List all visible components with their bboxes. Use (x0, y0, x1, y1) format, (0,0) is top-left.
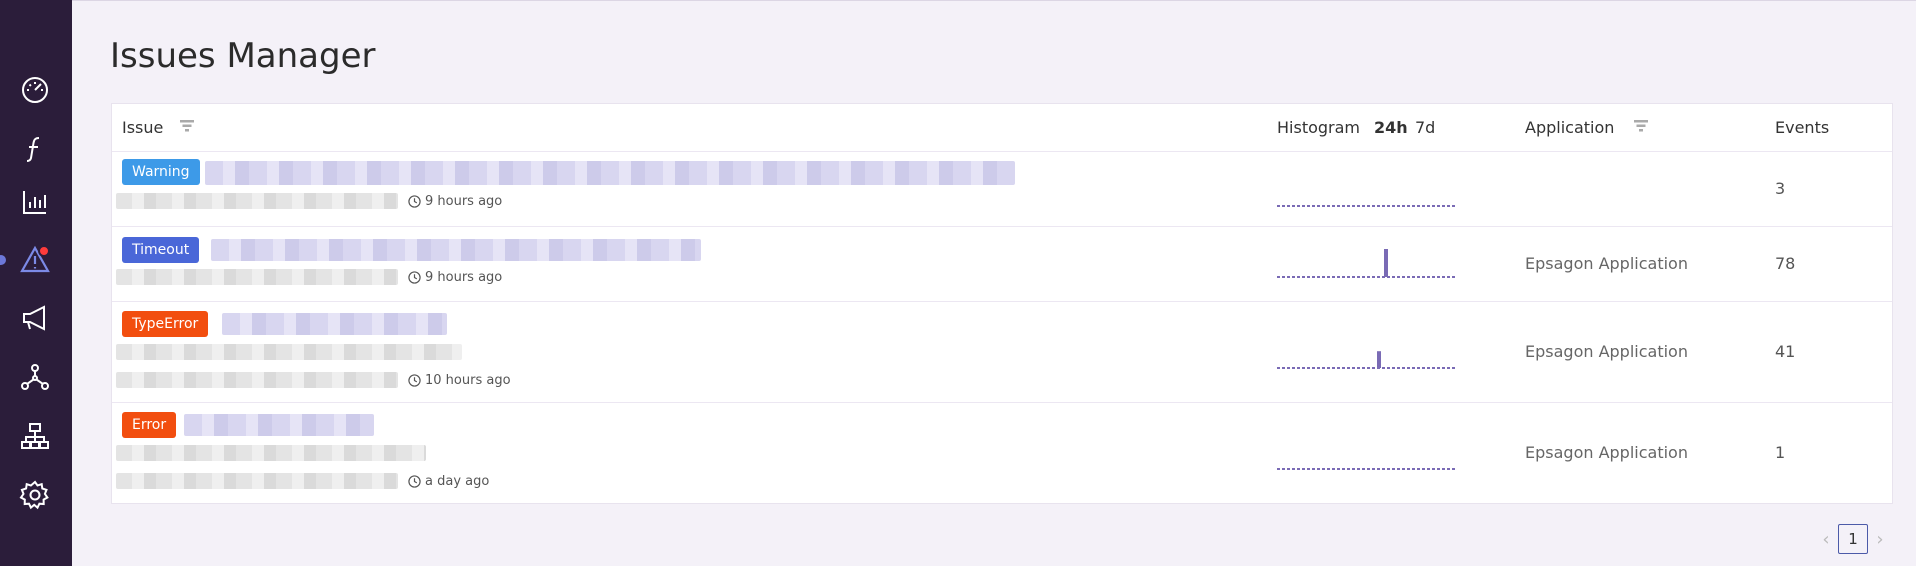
time-label: 10 hours ago (425, 373, 511, 388)
application-filter-icon[interactable] (1634, 120, 1648, 132)
histogram-sparkline (1277, 205, 1457, 207)
issue-type-badge: Timeout (122, 237, 200, 263)
redacted-issue-detail (116, 193, 398, 209)
hierarchy-icon[interactable] (17, 418, 53, 454)
time-label: a day ago (425, 474, 490, 489)
settings-gear-icon[interactable] (17, 477, 53, 513)
histogram-range-7d[interactable]: 7d (1415, 118, 1435, 137)
clock-icon (408, 374, 421, 387)
header-events: Events (1775, 118, 1830, 137)
issue-timestamp: a day ago (408, 474, 489, 489)
histogram-range-24h[interactable]: 24h (1374, 118, 1408, 137)
event-count: 1 (1775, 443, 1786, 462)
main-content: Issues Manager Issue Histogram 24h 7d Ap… (72, 0, 1916, 566)
redacted-issue-detail (116, 372, 398, 388)
redacted-issue-message (184, 414, 374, 436)
application-name: Epsagon Application (1525, 342, 1688, 361)
issue-timestamp: 10 hours ago (408, 373, 511, 388)
redacted-issue-message (211, 239, 701, 261)
active-indicator (0, 255, 6, 265)
histogram-sparkline (1277, 249, 1457, 278)
header-histogram: Histogram (1277, 118, 1360, 137)
alert-triangle-icon[interactable] (17, 242, 53, 278)
histogram-sparkline (1277, 351, 1457, 369)
issue-type-badge: Warning (122, 159, 200, 185)
redacted-issue-detail (116, 473, 398, 489)
redacted-issue-message (222, 313, 447, 335)
next-page-button[interactable]: › (1868, 529, 1892, 550)
redacted-issue-detail (116, 344, 462, 360)
table-row[interactable]: TypeError 10 hours ago Epsagon Applicati… (112, 302, 1892, 403)
clock-icon (408, 195, 421, 208)
service-map-icon[interactable] (17, 359, 53, 395)
issue-type-badge: Error (122, 412, 177, 438)
application-name: Epsagon Application (1525, 254, 1688, 273)
redacted-issue-detail (116, 269, 398, 285)
issue-timestamp: 9 hours ago (408, 194, 502, 209)
time-label: 9 hours ago (425, 270, 503, 285)
issue-type-badge: TypeError (122, 311, 209, 337)
sidebar (0, 0, 72, 566)
megaphone-icon[interactable] (17, 300, 53, 336)
application-name: Epsagon Application (1525, 443, 1688, 462)
header-application: Application (1525, 118, 1615, 137)
event-count: 3 (1775, 179, 1786, 198)
table-header: Issue Histogram 24h 7d Application Event… (112, 104, 1892, 152)
histogram-bar (1377, 351, 1381, 368)
issue-filter-icon[interactable] (180, 120, 194, 132)
issue-timestamp: 9 hours ago (408, 270, 502, 285)
issues-table: Issue Histogram 24h 7d Application Event… (111, 103, 1893, 504)
table-row[interactable]: Error a day ago Epsagon Application 1 (112, 403, 1892, 503)
redacted-issue-detail (116, 445, 426, 461)
table-row[interactable]: Warning 9 hours ago 3 (112, 152, 1892, 227)
event-count: 41 (1775, 342, 1796, 361)
event-count: 78 (1775, 254, 1796, 273)
notification-dot (38, 245, 50, 257)
metrics-chart-icon[interactable] (17, 184, 53, 220)
time-label: 9 hours ago (425, 194, 503, 209)
pagination: ‹ 1 › (1814, 524, 1892, 554)
prev-page-button[interactable]: ‹ (1814, 529, 1838, 550)
dashboard-gauge-icon[interactable] (17, 72, 53, 108)
page-number-button[interactable]: 1 (1838, 524, 1868, 554)
clock-icon (408, 475, 421, 488)
header-issue: Issue (122, 118, 164, 137)
histogram-bar (1384, 249, 1388, 277)
clock-icon (408, 271, 421, 284)
table-row[interactable]: Timeout 9 hours ago Epsagon Application … (112, 227, 1892, 302)
page-title: Issues Manager (110, 36, 376, 76)
redacted-issue-message (205, 161, 1015, 185)
histogram-sparkline (1277, 468, 1457, 470)
function-icon[interactable] (17, 131, 53, 167)
top-divider (72, 0, 1916, 1)
